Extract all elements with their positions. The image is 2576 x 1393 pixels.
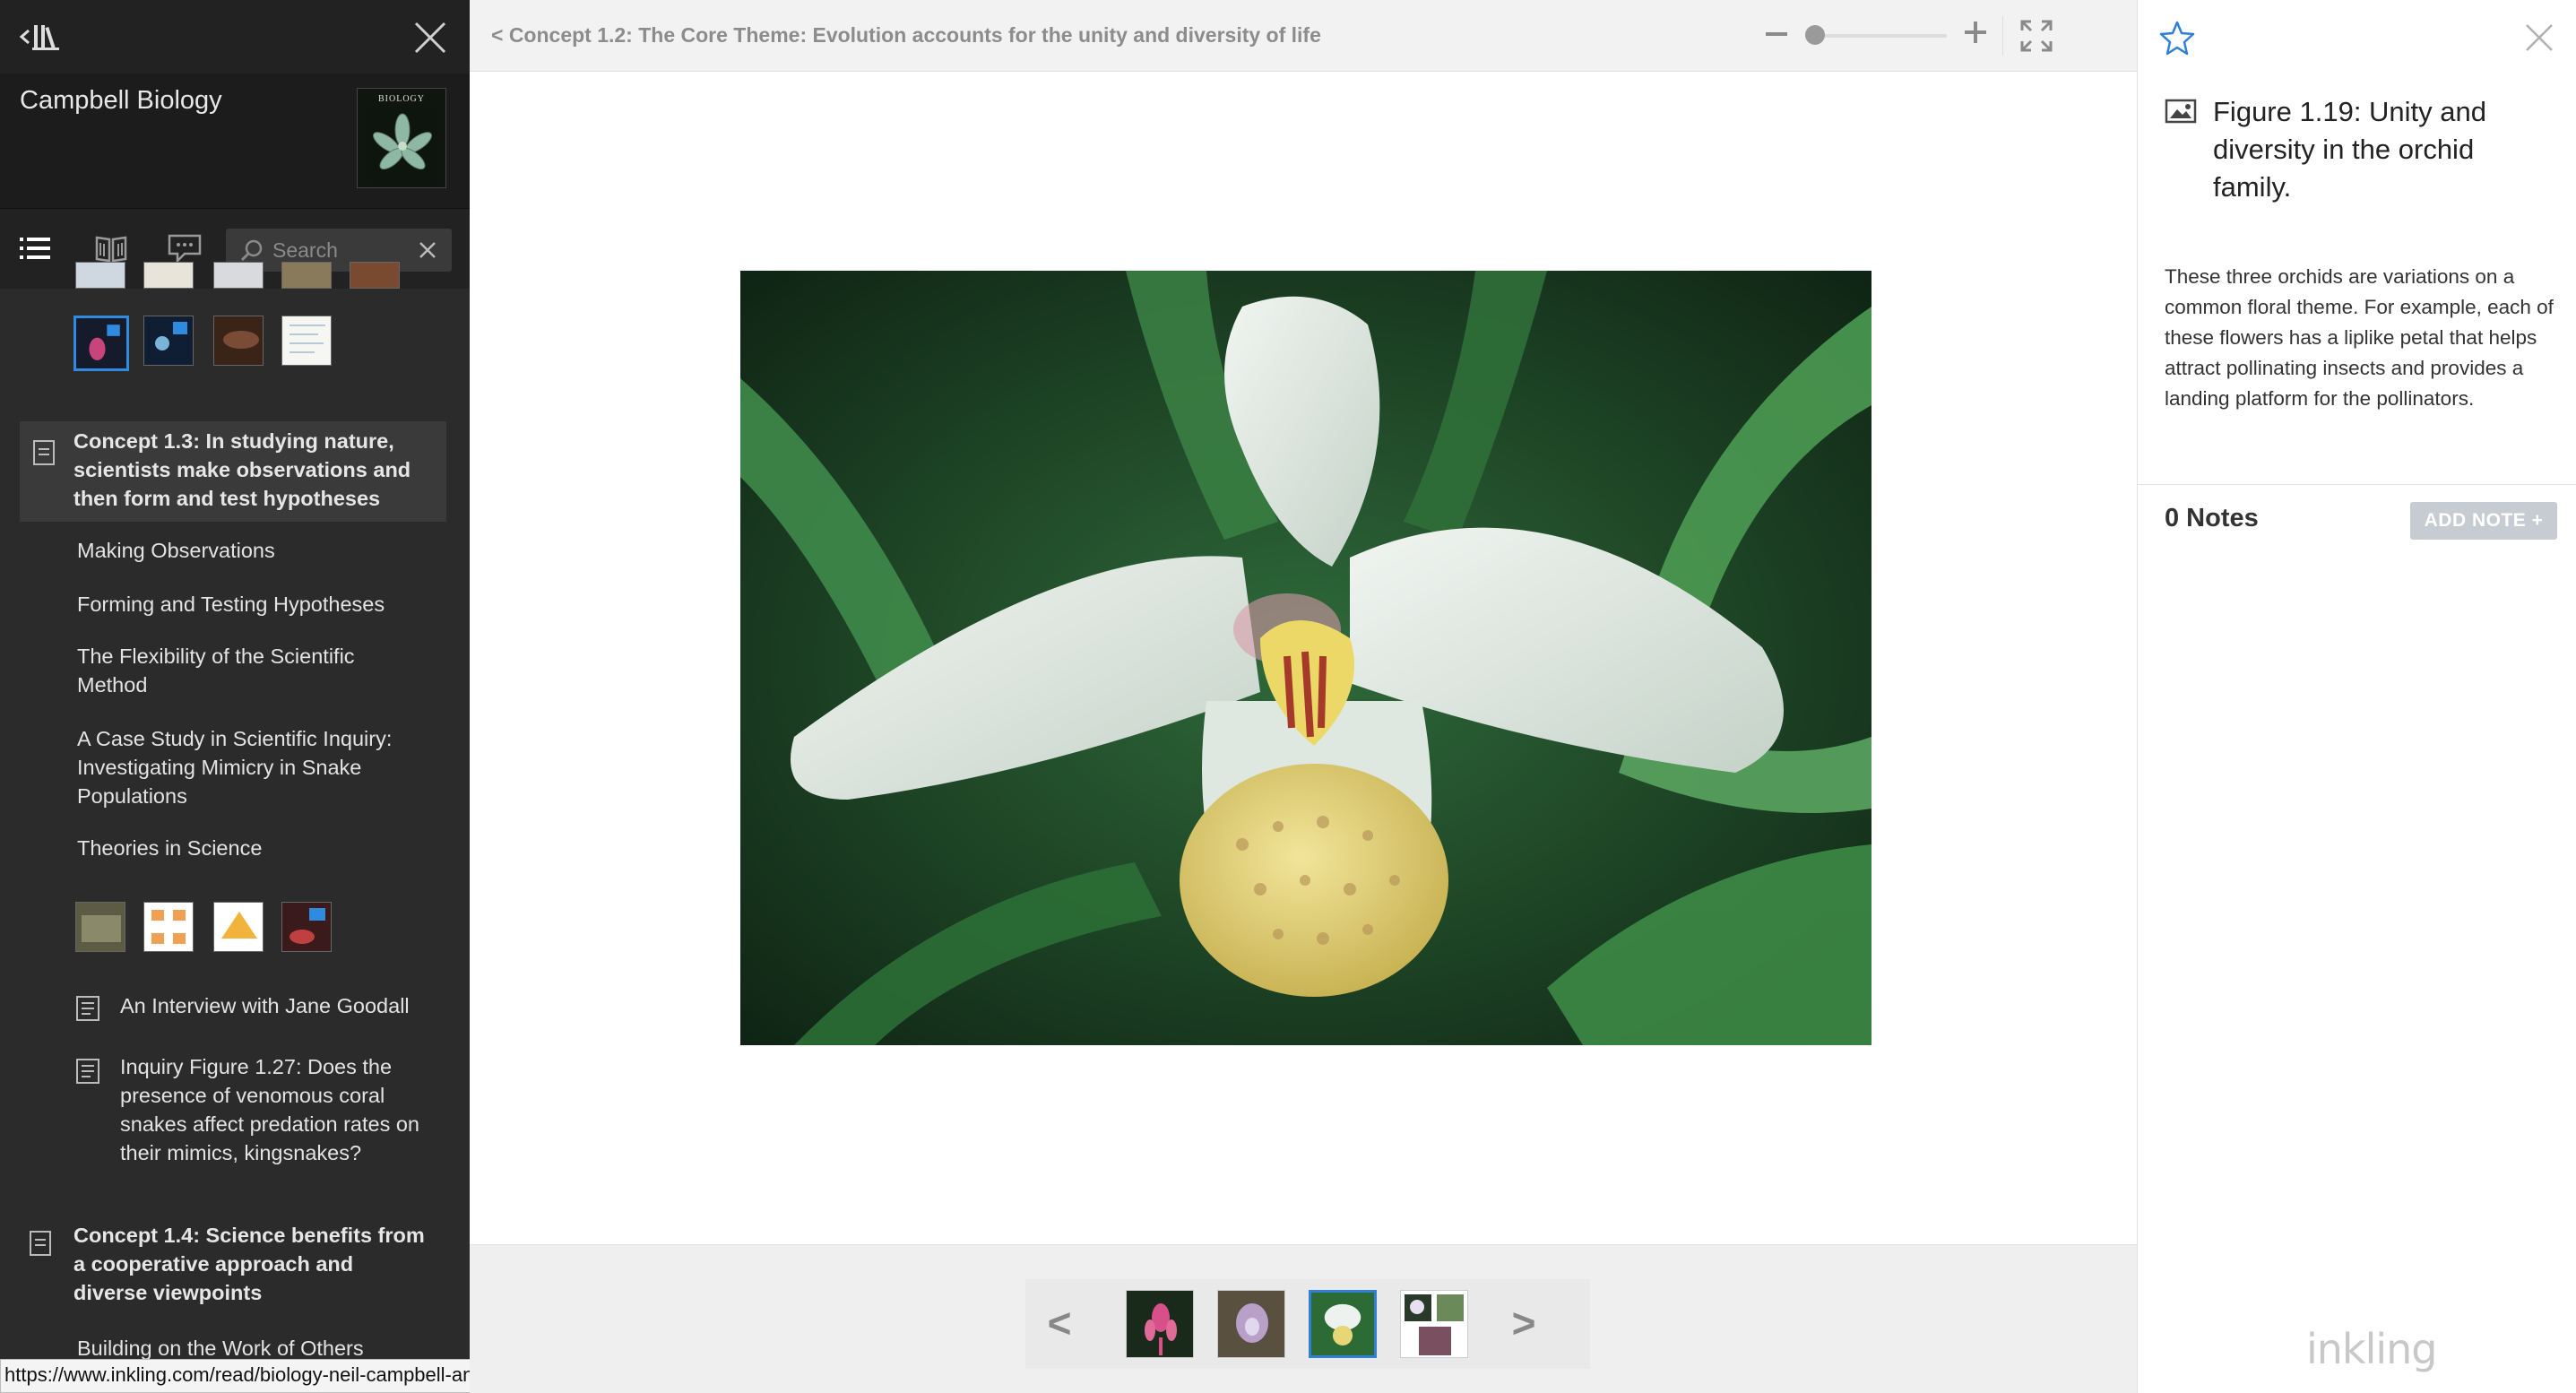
figure-thumbnail-strip: < > (470, 1244, 2137, 1393)
breadcrumb-back-link[interactable]: < Concept 1.2: The Core Theme: Evolution… (491, 23, 1321, 48)
toc-thumbnail[interactable] (143, 316, 194, 366)
section-icon (33, 440, 55, 465)
toc-thumbnail[interactable] (75, 902, 125, 952)
library-icon[interactable] (18, 22, 65, 52)
toolbar-divider (2002, 16, 2003, 56)
orchid-thumbnail-1[interactable] (1126, 1290, 1194, 1358)
toc-list-icon[interactable] (18, 232, 54, 264)
toc-item-inquiry-figure[interactable]: Inquiry Figure 1.27: Does the presence o… (120, 1052, 443, 1167)
close-sidebar-icon[interactable] (411, 18, 450, 57)
notes-count: 0 Notes (2165, 504, 2259, 532)
toc-thumbnail[interactable] (213, 902, 264, 952)
toc-section-title: Concept 1.3: In studying nature, scienti… (73, 429, 411, 510)
viewer-toolbar: < Concept 1.2: The Core Theme: Evolution… (470, 0, 2137, 72)
toc-thumbnail[interactable] (281, 262, 332, 289)
sidebar-header (0, 0, 470, 74)
toc-section-concept-1-3[interactable]: Concept 1.3: In studying nature, scienti… (20, 421, 446, 522)
figure-details-panel: Figure 1.19: Unity and diversity in the … (2137, 0, 2576, 1393)
search-icon (240, 239, 263, 262)
thumbnail-carousel: < > (1025, 1279, 1590, 1369)
close-panel-icon[interactable] (2521, 20, 2557, 56)
previous-figure-arrow[interactable]: < (1042, 1299, 1077, 1347)
toc-item-case-study[interactable]: A Case Study in Scientific Inquiry: Inve… (77, 724, 418, 810)
toc-thumbnail-selected[interactable] (73, 316, 129, 371)
toc-thumbnail[interactable] (143, 262, 194, 289)
image-icon (2165, 99, 2197, 124)
zoom-out-icon[interactable] (1764, 22, 1789, 47)
toc-thumbnail[interactable] (350, 262, 400, 289)
table-of-contents: Concept 1.3: In studying nature, scienti… (0, 262, 470, 1364)
panel-divider (2138, 484, 2576, 485)
section-icon (30, 1231, 51, 1256)
toc-item-theories[interactable]: Theories in Science (77, 834, 262, 862)
next-figure-arrow[interactable]: > (1506, 1299, 1542, 1347)
toc-thumbnail[interactable] (75, 262, 125, 289)
document-icon (76, 996, 99, 1021)
sidebar: Campbell Biology BIOLOGY Search Concept … (0, 0, 470, 1393)
zoom-in-icon[interactable] (1963, 20, 1988, 45)
toc-thumbnail[interactable] (281, 316, 332, 366)
fullscreen-icon[interactable] (2018, 18, 2054, 54)
toc-item-jane-goodall[interactable]: An Interview with Jane Goodall (120, 991, 410, 1020)
comment-icon[interactable] (167, 232, 203, 264)
toc-thumbnail[interactable] (213, 316, 264, 366)
orchid-thumbnail-3-selected[interactable] (1309, 1290, 1377, 1358)
figure-viewer: < Concept 1.2: The Core Theme: Evolution… (470, 0, 2137, 1393)
toc-item-flexibility[interactable]: The Flexibility of the Scientific Method (77, 642, 409, 699)
toc-item-making-observations[interactable]: Making Observations (77, 536, 275, 565)
clear-search-icon[interactable] (418, 240, 437, 260)
toc-item-forming-hypotheses[interactable]: Forming and Testing Hypotheses (77, 590, 385, 619)
toc-section-concept-1-4[interactable]: Concept 1.4: Science benefits from a coo… (73, 1221, 432, 1307)
book-icon[interactable] (93, 232, 129, 264)
book-title: Campbell Biology (20, 86, 222, 115)
book-cover[interactable]: BIOLOGY (357, 88, 446, 188)
cover-plant-image (367, 107, 438, 186)
cover-label: BIOLOGY (378, 94, 425, 104)
zoom-slider-handle[interactable] (1805, 25, 1825, 45)
book-info: Campbell Biology BIOLOGY (0, 74, 470, 208)
toc-thumbnail[interactable] (213, 262, 264, 289)
orchid-figure-image[interactable] (740, 271, 1871, 1045)
orchid-thumbnail-4[interactable] (1400, 1290, 1468, 1358)
inkling-logo: inkling (2306, 1325, 2437, 1373)
star-icon[interactable] (2159, 20, 2195, 56)
toc-thumbnail[interactable] (281, 902, 332, 952)
orchid-thumbnail-2[interactable] (1217, 1290, 1285, 1358)
add-note-button[interactable]: ADD NOTE + (2410, 502, 2557, 540)
document-icon (76, 1059, 99, 1084)
figure-caption: These three orchids are variations on a … (2165, 265, 2554, 410)
zoom-slider-track[interactable] (1805, 34, 1947, 38)
toc-thumbnail[interactable] (143, 902, 194, 952)
figure-title: Figure 1.19: Unity and diversity in the … (2213, 96, 2487, 203)
